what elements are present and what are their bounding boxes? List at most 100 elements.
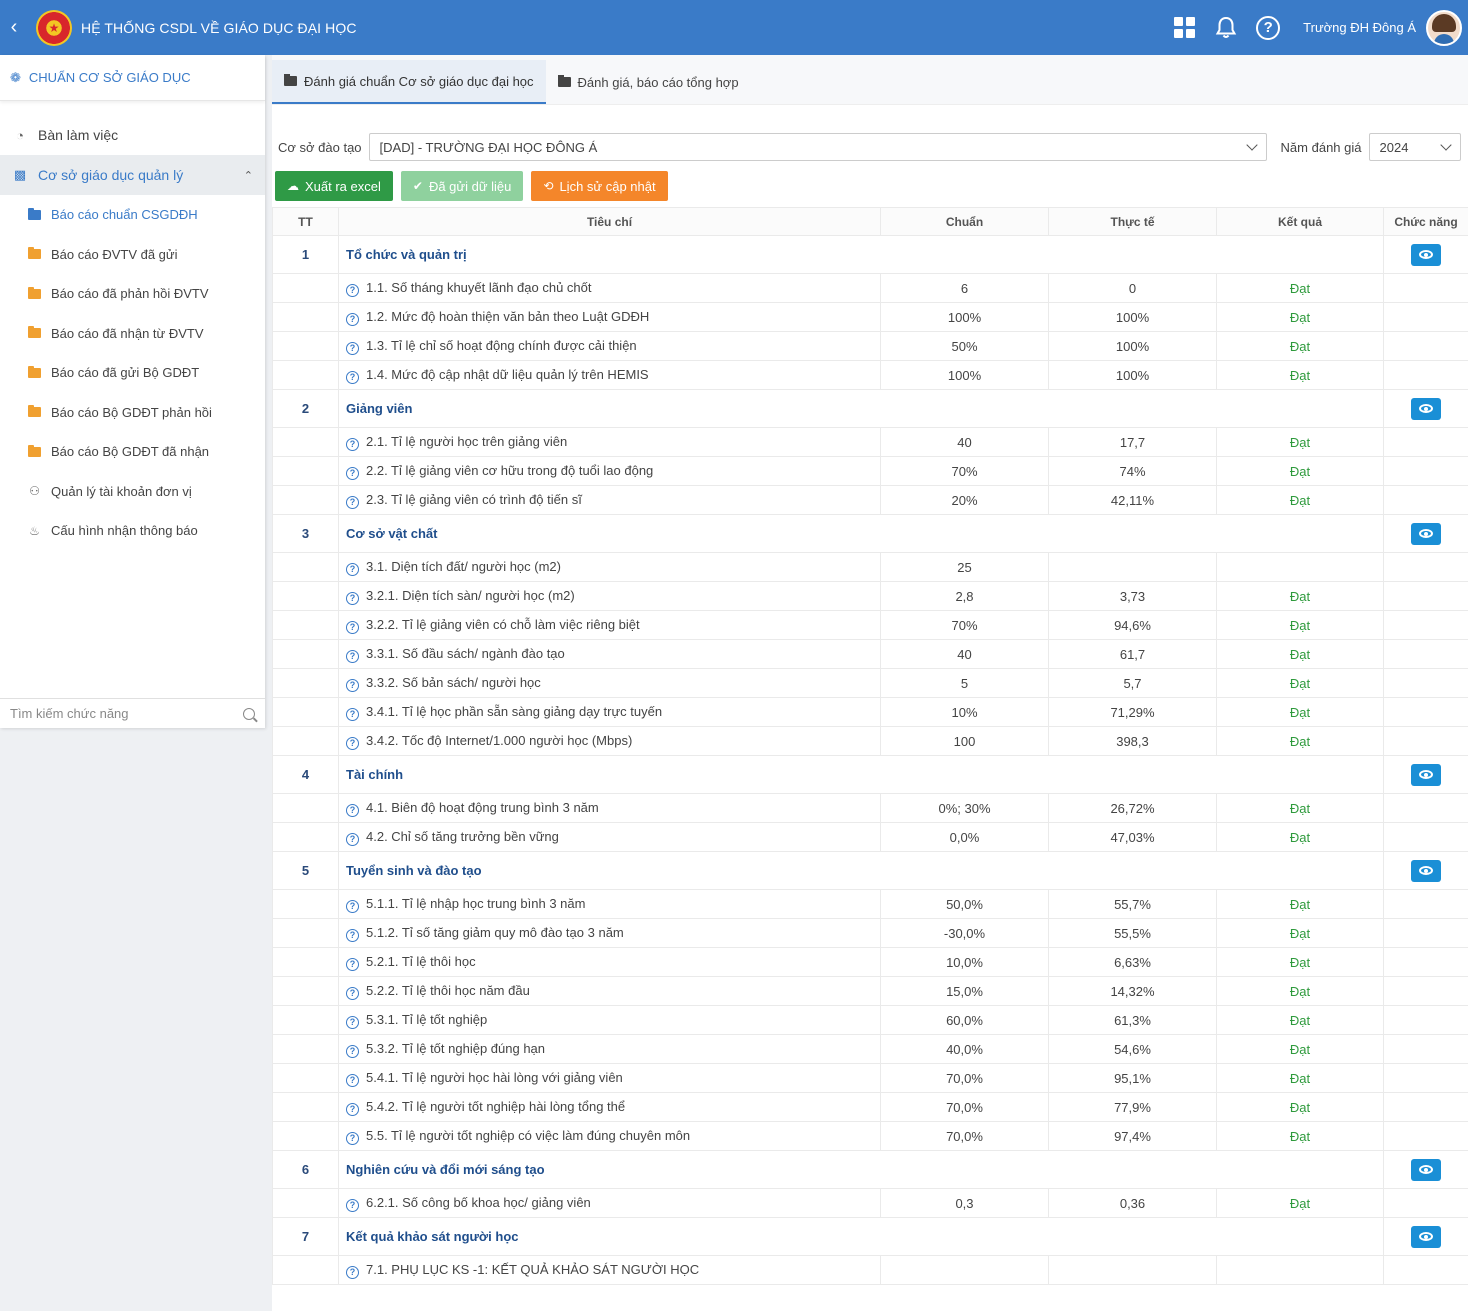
main-content: Đánh giá chuẩn Cơ sở giáo dục đại học Đá… (272, 55, 1468, 1311)
help-circle-icon[interactable]: ? (346, 341, 359, 355)
table-row: ? 5.3.2. Tỉ lệ tốt nghiệp đúng hạn 40,0% 54… (272, 1034, 1468, 1064)
view-button[interactable] (1411, 397, 1441, 420)
chevron-up-icon[interactable]: ⌃ (244, 169, 253, 182)
sidebar-item-ministry-responded[interactable]: Báo cáo Bộ GDĐT phản hồi (0, 393, 265, 433)
help-circle-icon[interactable]: ? (346, 620, 359, 634)
criteria-name: 5.3.1. Tỉ lệ tốt nghiệp (366, 1011, 488, 1027)
eye-icon (1419, 1165, 1433, 1174)
group-name: Tổ chức và quản trị (338, 235, 1384, 274)
help-circle-icon[interactable]: ? (346, 1198, 359, 1212)
group-name: Cơ sở vật chất (338, 514, 1384, 553)
help-circle-icon[interactable]: ? (346, 1073, 359, 1087)
help-circle-icon[interactable]: ? (346, 562, 359, 576)
help-icon[interactable]: ? (1247, 8, 1289, 48)
bell-icon[interactable] (1205, 8, 1247, 48)
result-value: Đạt (1216, 1063, 1384, 1093)
search-icon[interactable] (243, 707, 255, 720)
help-circle-icon[interactable]: ? (346, 736, 359, 750)
eye-icon (1419, 770, 1433, 779)
actual-value: 100% (1048, 360, 1217, 390)
help-circle-icon[interactable]: ? (346, 312, 359, 326)
help-circle-icon[interactable]: ? (346, 1044, 359, 1058)
table-row: ? 5.1.1. Tỉ lệ nhập học trung bình 3 năm 5… (272, 889, 1468, 919)
table-row: ? 2.1. Tỉ lệ người học trên giảng viên 40 1… (272, 427, 1468, 457)
sidebar-item-account-management[interactable]: ⚇ Quản lý tài khoản đơn vị (0, 472, 265, 512)
actual-value: 398,3 (1048, 726, 1217, 756)
sidebar-item-csgddh-report[interactable]: Báo cáo chuẩn CSGDĐH (0, 195, 265, 235)
folder-icon (28, 365, 41, 378)
criteria-cell: ? 3.2.1. Diện tích sàn/ người học (m2) (338, 581, 881, 611)
standard-value: 0,0% (880, 822, 1049, 852)
sidebar-item-sent-ministry[interactable]: Báo cáo đã gửi Bộ GDĐT (0, 353, 265, 393)
export-excel-button[interactable]: ☁ Xuất ra excel (275, 171, 393, 201)
help-circle-icon[interactable]: ? (346, 1265, 359, 1279)
sidebar-item-managed-institutions[interactable]: ▩ Cơ sở giáo dục quản lý ⌃ (0, 155, 265, 195)
search-input[interactable]: Tìm kiếm chức năng (0, 698, 265, 728)
help-circle-icon[interactable]: ? (346, 1102, 359, 1116)
empty-cell (1383, 581, 1468, 611)
criteria-name: 7.1. PHỤ LỤC KS -1: KẾT QUẢ KHẢO SÁT NGƯ… (366, 1261, 700, 1277)
help-circle-icon[interactable]: ? (346, 437, 359, 451)
actual-value: 42,11% (1048, 485, 1217, 515)
standard-value: 50% (880, 331, 1049, 361)
help-circle-icon[interactable]: ? (346, 707, 359, 721)
empty-cell (272, 552, 339, 582)
help-circle-icon[interactable]: ? (346, 803, 359, 817)
help-circle-icon[interactable]: ? (346, 957, 359, 971)
empty-cell (272, 918, 339, 948)
help-circle-icon[interactable]: ? (346, 649, 359, 663)
tab-summary-report[interactable]: Đánh giá, báo cáo tổng hợp (546, 60, 751, 104)
result-value: Đạt (1216, 610, 1384, 640)
table-row: ? 5.2.1. Tỉ lệ thôi học 10,0% 6,63% Đạt (272, 947, 1468, 977)
help-circle-icon[interactable]: ? (346, 928, 359, 942)
data-sent-button[interactable]: ✔ Đã gửi dữ liệu (400, 171, 524, 201)
actual-value: 55,7% (1048, 889, 1217, 919)
sidebar-item-dvtv-received[interactable]: Báo cáo đã nhận từ ĐVTV (0, 314, 265, 354)
view-button[interactable] (1411, 243, 1441, 266)
help-circle-icon[interactable]: ? (346, 986, 359, 1000)
standard-value: 6 (880, 273, 1049, 303)
standard-value: 25 (880, 552, 1049, 582)
help-circle-icon[interactable]: ? (346, 1015, 359, 1029)
group-number: 7 (272, 1217, 339, 1256)
sidebar-item-dashboard[interactable]: ◔ Bàn làm việc (0, 115, 265, 155)
institution-select[interactable]: [DAD] - TRƯỜNG ĐẠI HỌC ĐÔNG Á (368, 133, 1267, 161)
avatar[interactable] (1426, 9, 1462, 46)
view-button[interactable] (1411, 859, 1441, 882)
sidebar-item-dvtv-sent[interactable]: Báo cáo ĐVTV đã gửi (0, 235, 265, 275)
result-value: Đạt (1216, 485, 1384, 515)
view-button[interactable] (1411, 1225, 1441, 1248)
sidebar-item-notification-config[interactable]: ♨ Cấu hình nhận thông báo (0, 511, 265, 551)
apps-grid-icon[interactable] (1163, 8, 1205, 48)
sidebar-item-dvtv-responded[interactable]: Báo cáo đã phản hồi ĐVTV (0, 274, 265, 314)
sitemap-icon: ❁ (10, 69, 21, 85)
user-name[interactable]: Trường ĐH Đông Á (1303, 20, 1416, 35)
criteria-cell: ? 3.4.2. Tốc độ Internet/1.000 người học … (338, 726, 881, 756)
help-circle-icon[interactable]: ? (346, 466, 359, 480)
view-button[interactable] (1411, 522, 1441, 545)
help-circle-icon[interactable]: ? (346, 832, 359, 846)
view-button[interactable] (1411, 1158, 1441, 1181)
help-circle-icon[interactable]: ? (346, 899, 359, 913)
help-circle-icon[interactable]: ? (346, 495, 359, 509)
tab-bar: Đánh giá chuẩn Cơ sở giáo dục đại học Đá… (272, 55, 1468, 105)
criteria-cell: ? 3.3.1. Số đầu sách/ ngành đào tạo (338, 639, 881, 669)
criteria-name: 1.4. Mức độ cập nhật dữ liệu quản lý trê… (366, 366, 649, 382)
sidebar-item-ministry-received[interactable]: Báo cáo Bộ GDĐT đã nhận (0, 432, 265, 472)
back-arrow-icon[interactable]: ‹ (0, 0, 28, 55)
help-circle-icon[interactable]: ? (346, 591, 359, 605)
help-circle-icon[interactable]: ? (346, 678, 359, 692)
year-select[interactable]: 2024 (1368, 133, 1461, 161)
criteria-cell: ? 5.3.2. Tỉ lệ tốt nghiệp đúng hạn (338, 1034, 881, 1064)
criteria-cell: ? 3.3.2. Số bản sách/ người học (338, 668, 881, 698)
tab-institution-evaluation[interactable]: Đánh giá chuẩn Cơ sở giáo dục đại học (272, 60, 546, 104)
folder-icon (28, 286, 41, 299)
help-circle-icon[interactable]: ? (346, 283, 359, 297)
view-button[interactable] (1411, 763, 1441, 786)
criteria-name: 5.4.1. Tỉ lệ người học hài lòng với giản… (366, 1069, 623, 1085)
help-circle-icon[interactable]: ? (346, 370, 359, 384)
empty-cell (1383, 697, 1468, 727)
standard-value: 70% (880, 610, 1049, 640)
update-history-button[interactable]: ⟲ Lịch sử cập nhật (531, 171, 668, 201)
help-circle-icon[interactable]: ? (346, 1131, 359, 1145)
